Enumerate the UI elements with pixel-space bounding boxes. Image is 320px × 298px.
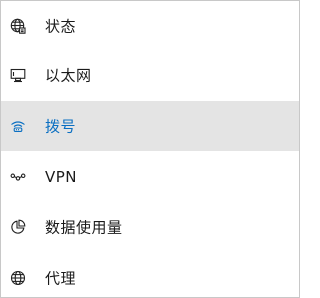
globe-status-icon <box>10 18 26 34</box>
ethernet-icon <box>10 67 26 83</box>
network-settings-nav: 状态 以太网 拨号 VPN 数据使用量 代理 <box>0 0 300 298</box>
nav-item-proxy[interactable]: 代理 <box>1 253 299 298</box>
data-usage-icon <box>10 219 26 235</box>
nav-item-label: 状态 <box>45 17 77 36</box>
vpn-icon <box>10 169 26 185</box>
nav-item-label: 数据使用量 <box>45 218 123 237</box>
nav-item-label: 以太网 <box>45 66 92 85</box>
nav-item-ethernet[interactable]: 以太网 <box>1 50 299 100</box>
globe-proxy-icon <box>10 270 26 286</box>
nav-item-label: VPN <box>45 168 78 186</box>
nav-item-status[interactable]: 状态 <box>1 1 299 51</box>
nav-item-vpn[interactable]: VPN <box>1 152 299 202</box>
nav-item-data-usage[interactable]: 数据使用量 <box>1 202 299 252</box>
nav-item-dialup[interactable]: 拨号 <box>1 101 299 151</box>
dialup-icon <box>10 118 26 134</box>
nav-item-label: 拨号 <box>45 117 77 136</box>
nav-item-label: 代理 <box>45 269 77 288</box>
